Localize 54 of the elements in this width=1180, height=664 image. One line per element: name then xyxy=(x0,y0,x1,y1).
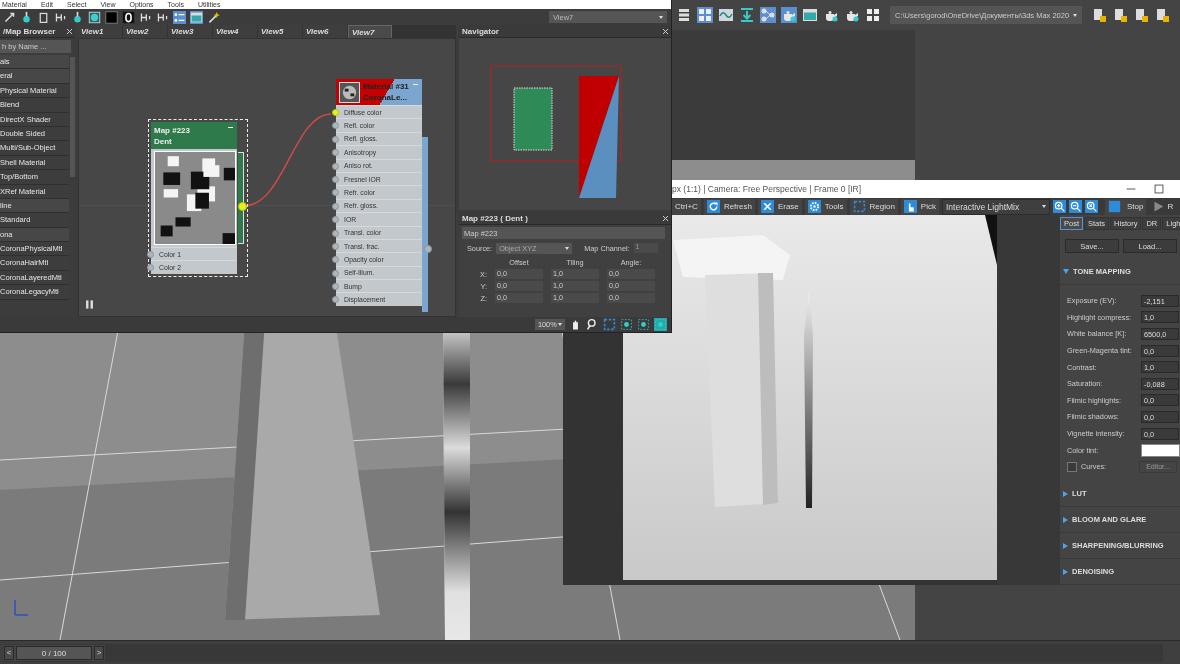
zoom-fit-icon[interactable] xyxy=(1085,200,1098,214)
ring-icon[interactable] xyxy=(122,10,135,24)
time-slider-thumb[interactable]: < 0 / 100 > xyxy=(3,644,105,661)
input-port[interactable] xyxy=(332,149,339,157)
close-icon[interactable] xyxy=(663,28,668,34)
panel-title: Navigator xyxy=(462,26,499,36)
caret-icon xyxy=(659,15,663,19)
document-icon[interactable] xyxy=(1091,7,1108,23)
document-icon[interactable] xyxy=(1133,7,1150,23)
input-port[interactable] xyxy=(332,122,339,130)
pin-icon[interactable] xyxy=(71,10,84,24)
stop-icon xyxy=(1108,200,1121,214)
view-tab[interactable]: View6 xyxy=(303,25,347,38)
view-tab[interactable]: View1 xyxy=(78,25,122,38)
lightmix-dropdown[interactable]: Interactive LightMix xyxy=(942,198,1050,215)
frame-counter: 0 / 100 xyxy=(16,645,92,660)
wand-icon[interactable] xyxy=(207,10,220,24)
node-title: Map #223 xyxy=(154,124,191,136)
render-button[interactable]: R xyxy=(1149,198,1177,215)
zoom-out-icon[interactable] xyxy=(1069,200,1082,214)
nodes-icon[interactable] xyxy=(760,7,776,23)
view-tab[interactable]: View2 xyxy=(123,25,167,38)
document-icon[interactable] xyxy=(1112,7,1129,23)
node-type: Dent xyxy=(154,135,172,147)
input-port[interactable] xyxy=(332,135,339,143)
color-swatch[interactable] xyxy=(1141,443,1180,457)
document-icon[interactable] xyxy=(1154,7,1171,23)
caret-icon xyxy=(1042,205,1046,209)
window-icon[interactable] xyxy=(190,10,203,24)
previous-frame-button[interactable]: < xyxy=(4,645,14,660)
frame-icon[interactable] xyxy=(37,10,50,24)
close-icon[interactable] xyxy=(67,28,72,34)
panel-title: /Map Browser xyxy=(3,26,56,36)
view-tab[interactable]: View5 xyxy=(258,25,302,38)
sphere-icon[interactable] xyxy=(88,10,101,24)
list-icon[interactable] xyxy=(173,10,186,24)
layers-icon[interactable] xyxy=(676,7,692,23)
input-port[interactable] xyxy=(332,109,339,116)
window-icon[interactable] xyxy=(802,7,818,23)
view-tab[interactable]: View7 xyxy=(348,25,392,38)
view-tab[interactable]: View4 xyxy=(213,25,257,38)
square-icon[interactable] xyxy=(105,10,118,24)
wave-icon[interactable] xyxy=(718,7,734,23)
maximize-icon[interactable] xyxy=(1152,181,1166,196)
grid-icon[interactable] xyxy=(865,7,881,23)
caret-icon xyxy=(1073,13,1078,17)
next-frame-button[interactable]: > xyxy=(94,645,104,660)
scrollbar[interactable] xyxy=(70,57,75,177)
download-icon[interactable] xyxy=(739,7,755,23)
view-tab[interactable]: View3 xyxy=(168,25,212,38)
stop-button[interactable]: Stop xyxy=(1105,198,1147,215)
arrow-icon[interactable] xyxy=(3,10,16,24)
zoom-in-icon[interactable] xyxy=(1053,200,1066,214)
pin-icon[interactable] xyxy=(20,10,33,24)
